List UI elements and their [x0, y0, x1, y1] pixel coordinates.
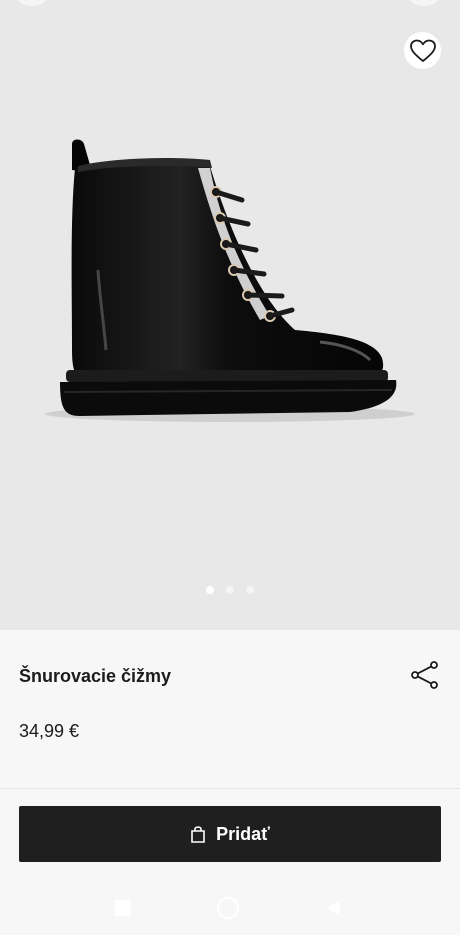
system-navigation-bar — [0, 880, 460, 935]
product-image-gallery[interactable] — [0, 0, 460, 630]
product-info: Šnurovacie čižmy 34,99 € — [0, 630, 460, 788]
product-image — [45, 139, 415, 422]
divider — [0, 788, 460, 789]
product-price: 34,99 € — [19, 721, 80, 741]
add-to-cart-button[interactable]: Pridať — [19, 806, 441, 862]
favorite-button[interactable] — [404, 32, 441, 69]
add-to-cart-label: Pridať — [216, 823, 270, 844]
home-icon[interactable] — [217, 897, 239, 919]
share-button[interactable] — [410, 660, 440, 690]
heart-icon — [409, 39, 436, 62]
menu-button[interactable] — [408, 0, 440, 6]
back-button[interactable] — [16, 0, 48, 6]
shopping-bag-icon — [191, 826, 205, 843]
pagination-dot[interactable] — [206, 586, 214, 594]
share-icon — [411, 661, 438, 689]
back-icon[interactable] — [324, 898, 342, 918]
pagination-dot[interactable] — [246, 586, 254, 594]
pagination-dot[interactable] — [226, 586, 234, 594]
recent-apps-icon[interactable] — [115, 900, 131, 916]
gallery-pagination — [0, 586, 460, 594]
product-title: Šnurovacie čižmy — [19, 666, 172, 686]
